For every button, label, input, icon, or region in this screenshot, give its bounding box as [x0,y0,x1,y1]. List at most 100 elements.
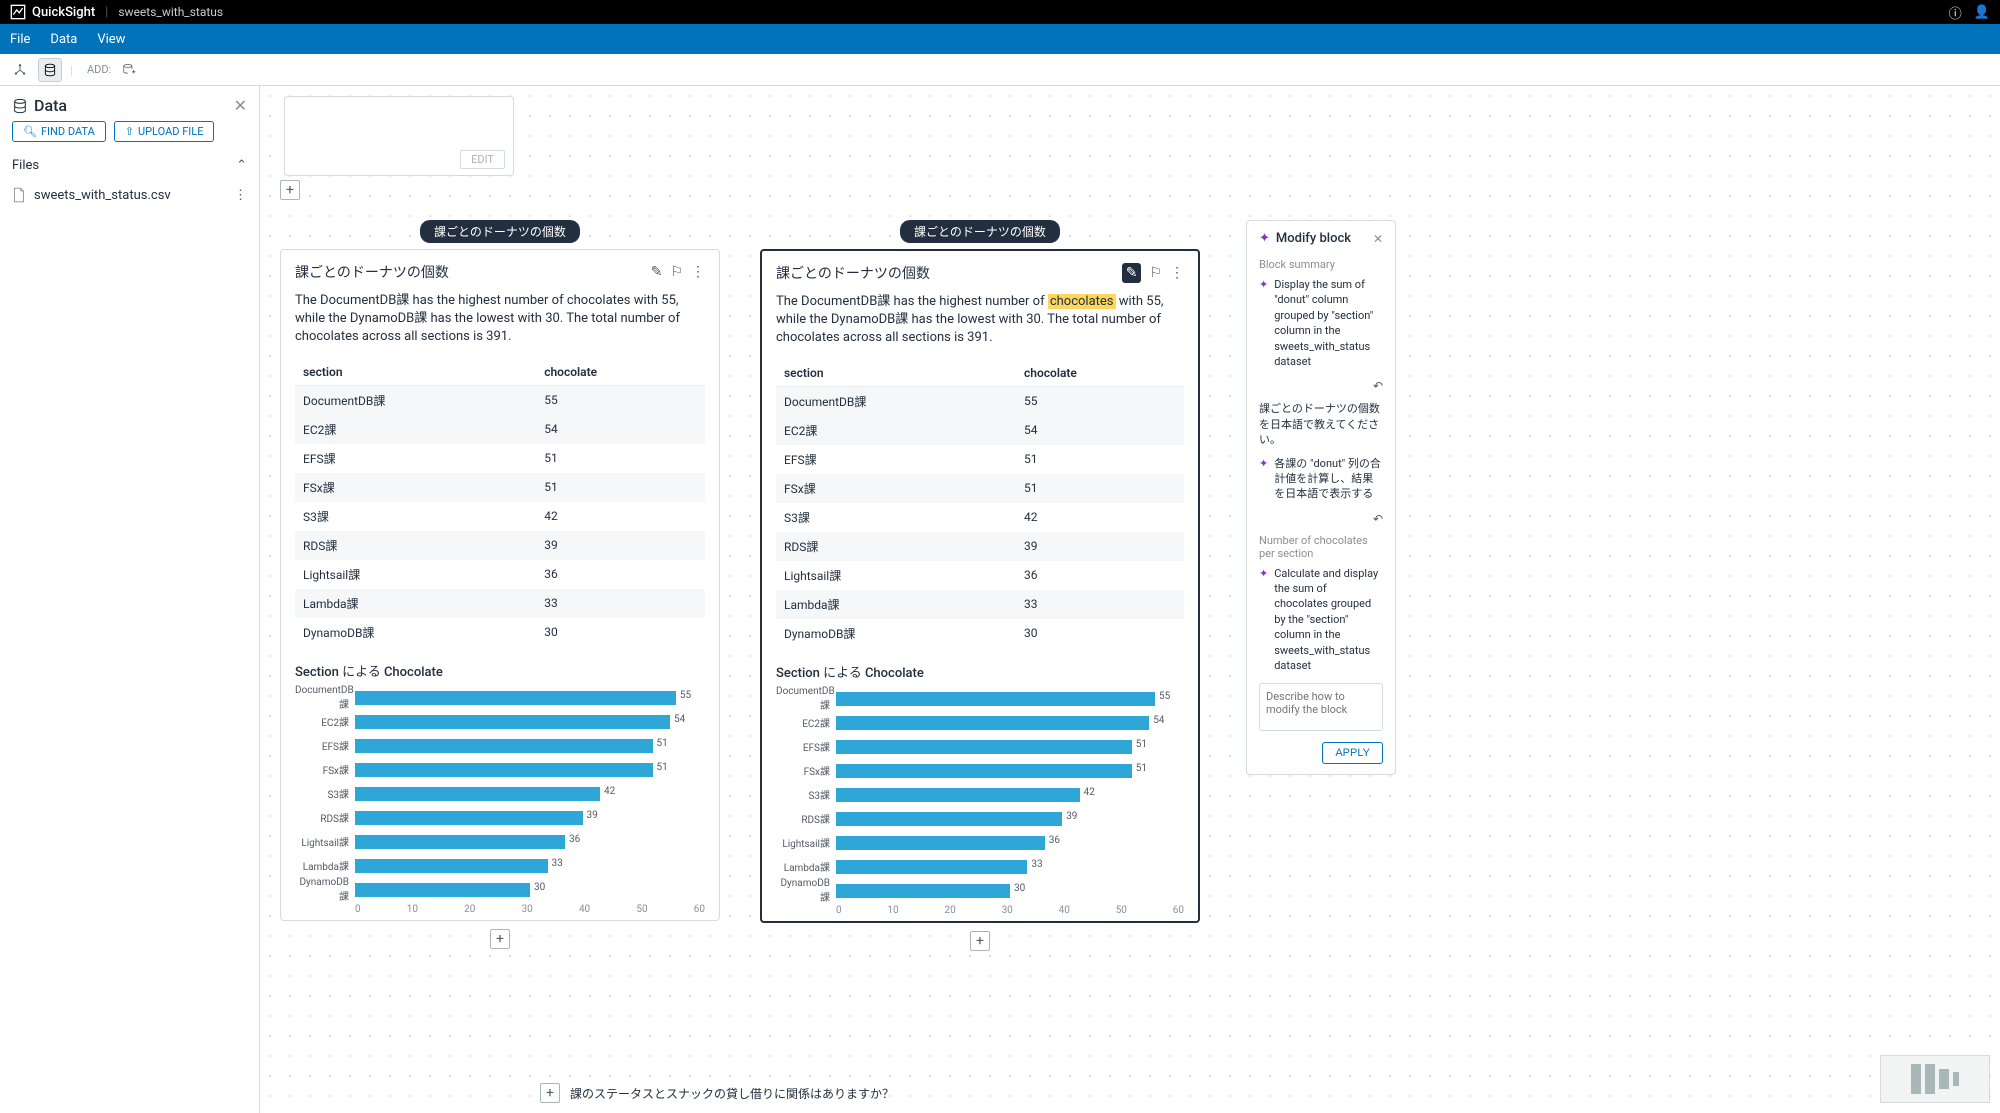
close-panel-button[interactable]: ✕ [1373,232,1383,246]
add-block-button[interactable]: + [540,1083,560,1103]
edit-icon[interactable]: ✎ [1122,263,1142,283]
app-name: QuickSight [32,5,95,20]
sparkle-icon: ✦ [1259,566,1268,674]
menu-view[interactable]: View [97,32,125,47]
add-block-button[interactable]: + [280,180,300,200]
more-options-icon[interactable]: ⋮ [691,264,705,280]
summary-text: The DocumentDB課 has the highest number o… [776,293,1184,348]
database-icon [43,63,57,77]
summary-highlight: chocolates [1048,294,1116,309]
app-logo: QuickSight [10,4,95,20]
data-table: section chocolate DocumentDB課55EC2課54EFS… [295,359,705,647]
more-options-icon[interactable]: ⋮ [1170,265,1184,281]
menu-bar: File Data View [0,24,2000,54]
sidebar-title-text: Data [34,96,67,115]
file-name: sweets_with_status.csv [34,188,171,203]
undo-button[interactable]: ↶ [1373,512,1383,526]
sparkle-icon: ✦ [1259,231,1270,246]
summary-label: Block summary [1259,258,1383,271]
table-row: DynamoDB課30 [295,618,705,647]
col-section: section [776,360,1016,387]
flag-icon[interactable]: ⚐ [670,264,683,280]
history-item: ✦ Display the sum of "donut" column grou… [1259,277,1383,369]
analysis-block-2[interactable]: 課ごとのドーナツの個数 ✎ ⚐ ⋮ The DocumentDB課 has th… [760,249,1200,923]
canvas[interactable]: EDIT + 課ごとのドーナツの個数 課ごとのドーナツの個数 ✎ ⚐ ⋮ The… [260,86,2000,1113]
sparkle-icon: ✦ [1259,456,1268,502]
footer-hint: 課のステータスとスナックの貸し借りに関係はありますか？ [570,1085,894,1102]
add-block-below-button[interactable]: + [490,929,510,949]
find-data-button[interactable]: 🔍︎ FIND DATA [12,121,106,142]
table-row: RDS課39 [295,531,705,560]
table-row: Lightsail課36 [295,560,705,589]
table-row: FSx課51 [295,473,705,502]
file-icon [12,187,26,203]
table-row: EFS課51 [295,444,705,473]
block-tag: 課ごとのドーナツの個数 [900,220,1060,243]
edit-icon[interactable]: ✎ [651,264,663,280]
tool-bar: | ADD: [0,54,2000,86]
sparkle-icon: ✦ [1259,277,1268,369]
data-sidebar: Data ✕ 🔍︎ FIND DATA ⇧ UPLOAD FILE Files … [0,86,260,1113]
minimap[interactable] [1880,1055,1990,1103]
upload-file-label: UPLOAD FILE [138,125,203,138]
add-label: ADD: [87,63,111,76]
block-title: 課ごとのドーナツの個数 [776,263,930,283]
upload-file-button[interactable]: ⇧ UPLOAD FILE [114,121,215,142]
history-query: Number of chocolates per section [1259,534,1383,560]
add-database-icon [122,63,136,77]
tree-icon [13,63,27,77]
title-bar: QuickSight | sweets_with_status ⓘ 👤 [0,0,2000,24]
bar-chart: DocumentDB課55EC2課54EFS課51FSx課51S3課42RDS課… [776,689,1184,909]
history-item: ✦ 各課の "donut" 列の合計値を計算し、結果を日本語で表示する [1259,456,1383,502]
help-icon[interactable]: ⓘ [1949,3,1962,22]
add-data-button[interactable] [117,58,141,82]
data-table: section chocolate DocumentDB課55EC2課54EFS… [776,360,1184,648]
doc-name: sweets_with_status [118,5,223,19]
history-text: Calculate and display the sum of chocola… [1274,566,1383,674]
files-section-header[interactable]: Files ⌃ [0,152,259,179]
file-options-button[interactable]: ⋮ [234,188,247,203]
menu-file[interactable]: File [10,32,30,47]
table-row: EC2課54 [776,416,1184,445]
table-row: EFS課51 [776,445,1184,474]
col-chocolate: chocolate [1016,360,1184,387]
table-row: S3課42 [776,503,1184,532]
table-row: RDS課39 [776,532,1184,561]
modify-input[interactable] [1259,683,1383,731]
close-sidebar-button[interactable]: ✕ [234,96,247,115]
table-row: S3課42 [295,502,705,531]
tree-view-button[interactable] [8,58,32,82]
block-title: 課ごとのドーナツの個数 [295,262,449,282]
history-text: 各課の "donut" 列の合計値を計算し、結果を日本語で表示する [1274,456,1383,502]
history-query: 課ごとのドーナツの個数を日本語で教えてください。 [1259,401,1383,447]
modify-block-panel: ✦ Modify block ✕ Block summary ✦ Display… [1246,220,1396,775]
edit-button[interactable]: EDIT [460,150,505,169]
apply-button[interactable]: APPLY [1322,742,1383,764]
bar-chart: DocumentDB課55EC2課54EFS課51FSx課51S3課42RDS課… [295,688,705,908]
menu-data[interactable]: Data [50,32,77,47]
data-view-button[interactable] [38,58,62,82]
table-row: EC2課54 [295,415,705,444]
table-row: FSx課51 [776,474,1184,503]
chart-title: Section による Chocolate [295,661,705,680]
table-row: DynamoDB課30 [776,619,1184,648]
chevron-up-icon: ⌃ [236,158,247,173]
history-text: Display the sum of "donut" column groupe… [1274,277,1383,369]
table-row: DocumentDB課55 [776,386,1184,416]
analysis-block-1[interactable]: 課ごとのドーナツの個数 ✎ ⚐ ⋮ The DocumentDB課 has th… [280,249,720,921]
col-chocolate: chocolate [536,359,705,386]
add-block-below-button[interactable]: + [970,931,990,951]
summary-text: The DocumentDB課 has the highest number o… [295,292,705,347]
empty-block[interactable]: EDIT [284,96,514,176]
upload-icon: ⇧ [125,125,134,138]
user-icon[interactable]: 👤 [1974,5,1990,20]
chart-title: Section による Chocolate [776,662,1184,681]
flag-icon[interactable]: ⚐ [1149,265,1162,281]
table-row: DocumentDB課55 [295,385,705,415]
file-row[interactable]: sweets_with_status.csv ⋮ [0,179,259,211]
undo-button[interactable]: ↶ [1373,379,1383,393]
modify-title: Modify block [1276,231,1351,246]
block-tag: 課ごとのドーナツの個数 [420,220,580,243]
database-icon [12,98,28,114]
table-row: Lambda課33 [295,589,705,618]
